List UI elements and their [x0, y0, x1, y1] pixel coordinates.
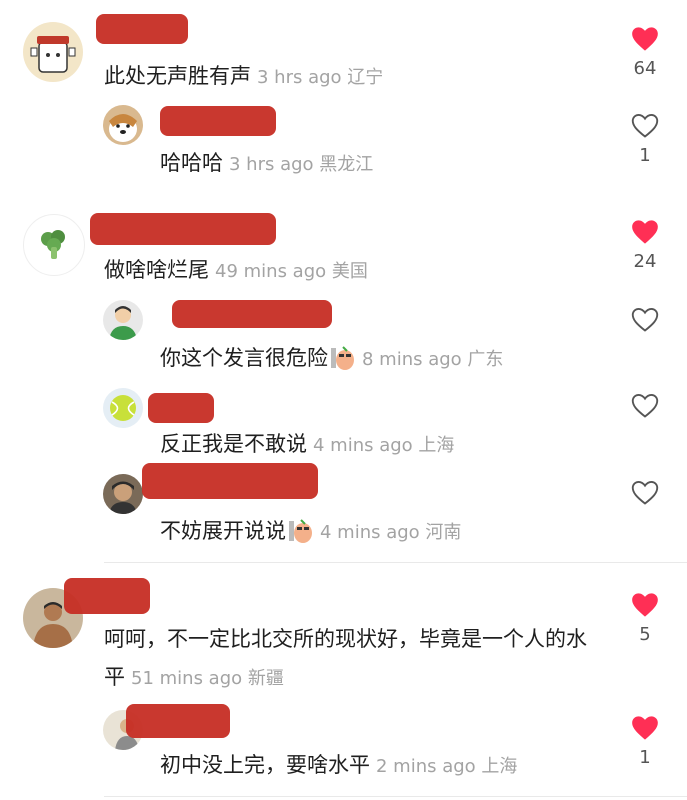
comment-time: 49 mins ago — [215, 261, 327, 282]
reply-text[interactable]: 反正我是不敢说 4 mins ago 上海 — [160, 428, 454, 458]
tennis-ball-avatar-icon — [110, 395, 136, 421]
reply-time: 4 mins ago — [313, 435, 413, 456]
like-button[interactable] — [625, 307, 665, 333]
user-avatar[interactable] — [23, 214, 85, 276]
reply-time: 8 mins ago — [362, 349, 462, 370]
reply-time: 3 hrs ago — [229, 154, 314, 175]
reply-location: 河南 — [425, 522, 462, 543]
user-avatar[interactable] — [103, 105, 143, 145]
comment-location: 辽宁 — [347, 67, 384, 88]
heart-outline-icon — [631, 307, 659, 332]
heart-outline-icon — [631, 480, 659, 505]
like-button[interactable] — [625, 480, 665, 506]
like-count: 64 — [633, 58, 657, 79]
like-button[interactable] — [625, 393, 665, 419]
reply-text[interactable]: 初中没上完，要啥水平 2 mins ago 上海 — [160, 749, 517, 779]
comment-time: 51 mins ago — [131, 668, 243, 689]
like-count: 1 — [639, 747, 651, 768]
like-button[interactable]: 24 — [625, 219, 665, 272]
reply-location: 黑龙江 — [319, 154, 374, 175]
like-count: 5 — [639, 624, 651, 645]
redacted-username — [172, 300, 332, 328]
divider — [104, 796, 687, 797]
heart-filled-icon — [632, 593, 658, 617]
person-avatar-icon — [109, 306, 137, 340]
comment-text[interactable]: 做啥啥烂尾 49 mins ago 美国 — [104, 254, 368, 284]
redacted-username — [160, 106, 276, 136]
reply-text[interactable]: 哈哈哈 3 hrs ago 黑龙江 — [160, 147, 373, 177]
like-button[interactable]: 1 — [625, 113, 665, 166]
heart-filled-icon — [632, 27, 658, 51]
redacted-username — [148, 393, 214, 423]
user-avatar[interactable] — [103, 474, 143, 514]
like-count: 24 — [633, 251, 657, 272]
heart-outline-icon — [631, 113, 659, 138]
divider — [104, 562, 687, 563]
redacted-username — [96, 14, 188, 44]
redacted-username — [64, 578, 150, 614]
user-avatar[interactable] — [103, 388, 143, 428]
heart-filled-icon — [632, 716, 658, 740]
user-avatar[interactable] — [103, 300, 143, 340]
comment-text[interactable]: 呵呵，不一定比北交所的现状好，毕竟是一个人的水平 51 mins ago 新疆 — [104, 620, 604, 698]
reply-time: 2 mins ago — [376, 756, 476, 777]
broccoli-avatar-icon — [41, 230, 65, 259]
like-button[interactable]: 5 — [625, 592, 665, 645]
cartoon-avatar-icon — [30, 36, 76, 73]
reply-location: 广东 — [467, 349, 504, 370]
redacted-username — [90, 213, 276, 245]
comment-location: 美国 — [331, 261, 368, 282]
reply-text[interactable]: 你这个发言很危险 8 mins ago 广东 — [160, 342, 503, 372]
user-avatar[interactable] — [23, 22, 83, 82]
comment-location: 新疆 — [247, 668, 284, 689]
reply-text[interactable]: 不妨展开说说 4 mins ago 河南 — [160, 515, 461, 545]
comment-time: 3 hrs ago — [257, 67, 342, 88]
redacted-username — [142, 463, 318, 499]
like-button[interactable]: 1 — [625, 715, 665, 768]
like-count: 1 — [639, 145, 651, 166]
reply-location: 上海 — [481, 756, 518, 777]
comment-text[interactable]: 此处无声胜有声 3 hrs ago 辽宁 — [104, 60, 383, 90]
reply-location: 上海 — [418, 435, 455, 456]
person-avatar-icon — [109, 481, 137, 514]
heart-outline-icon — [631, 393, 659, 418]
bean-glasses-sticker-icon — [330, 345, 356, 371]
bean-glasses-sticker-icon — [288, 518, 314, 544]
redacted-username — [126, 704, 230, 738]
heart-filled-icon — [632, 220, 658, 244]
dog-avatar-icon — [109, 114, 137, 142]
like-button[interactable]: 64 — [625, 26, 665, 79]
reply-time: 4 mins ago — [320, 522, 420, 543]
